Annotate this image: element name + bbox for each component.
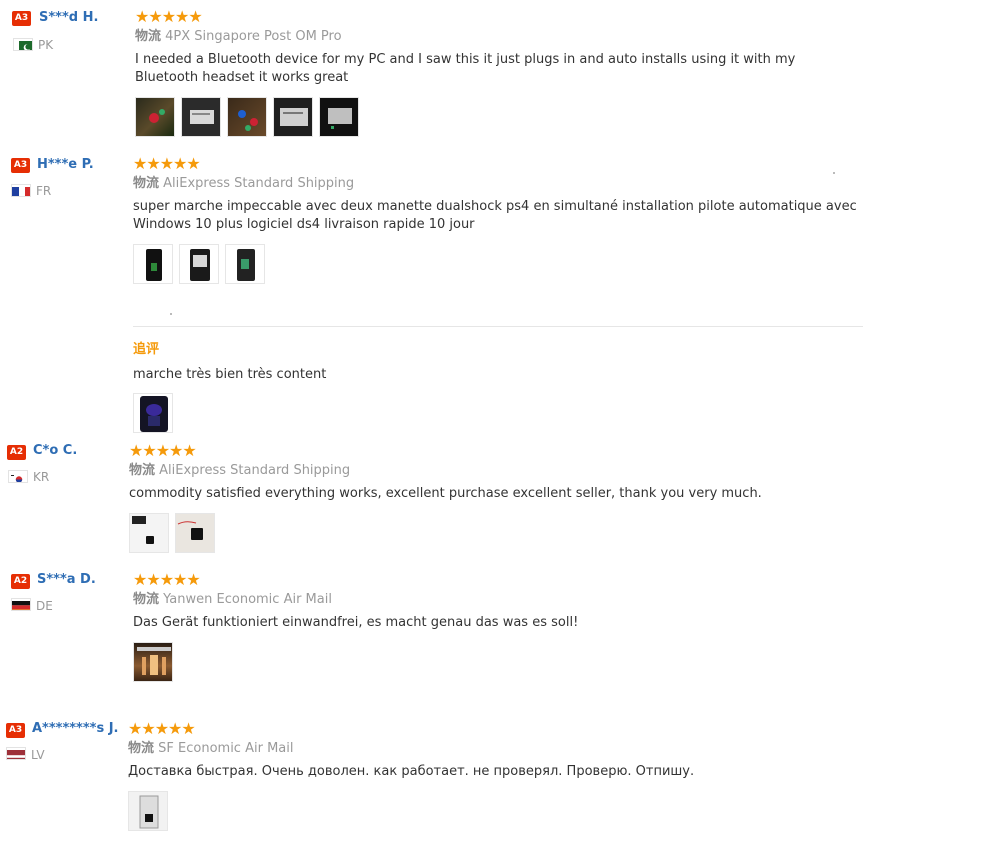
shipping-info: 物流 AliExpress Standard Shipping — [129, 462, 859, 480]
review-photo[interactable] — [227, 97, 267, 137]
followup-text: marche très bien très content — [133, 367, 327, 382]
review-photo[interactable] — [273, 97, 313, 137]
review-photos — [133, 244, 863, 284]
review-photo[interactable] — [179, 244, 219, 284]
review-photos — [129, 513, 859, 553]
review-photo[interactable] — [128, 791, 168, 831]
review-photo[interactable] — [225, 244, 265, 284]
flag-icon-lv — [6, 747, 26, 760]
logistics-label: 物流 — [133, 176, 160, 191]
review-photo[interactable] — [133, 642, 173, 682]
buyer-name[interactable]: C*o C. — [33, 443, 77, 459]
shipping-info: 物流 AliExpress Standard Shipping — [133, 175, 863, 193]
review-photos — [133, 642, 863, 682]
flag-icon-de — [11, 598, 31, 611]
shipping-method: AliExpress Standard Shipping — [159, 463, 351, 478]
review-photo[interactable] — [129, 513, 169, 553]
buyer-name[interactable]: A********s J. — [32, 721, 119, 737]
shipping-method: AliExpress Standard Shipping — [163, 176, 355, 191]
review-text: commodity satisfied everything works, ex… — [129, 486, 762, 501]
star-rating: ★★★★★ — [135, 7, 203, 26]
review-content: ★★★★★ 物流 4PX Singapore Post OM Pro I nee… — [135, 8, 855, 137]
buyer-name[interactable]: H***e P. — [37, 157, 94, 173]
flag-icon-kr — [8, 470, 28, 483]
shipping-info: 物流 Yanwen Economic Air Mail — [133, 591, 863, 609]
buyer-level-badge: A2 — [7, 445, 26, 460]
review-photos — [135, 97, 855, 137]
review-text: Доставка быстрая. Очень доволен. как раб… — [128, 764, 695, 779]
buyer-level-badge: A3 — [11, 158, 30, 173]
review-text: I needed a Bluetooth device for my PC an… — [135, 52, 796, 85]
logistics-label: 物流 — [128, 741, 155, 756]
buyer-level-badge: A3 — [6, 723, 25, 738]
review-photo[interactable] — [319, 97, 359, 137]
divider-dot — [170, 313, 172, 315]
buyer-country: PK — [38, 38, 54, 52]
buyer-name[interactable]: S***a D. — [37, 572, 96, 588]
flag-icon-fr — [11, 184, 31, 197]
buyer-name[interactable]: S***d H. — [39, 10, 98, 26]
followup-label: 追评 — [133, 342, 160, 357]
shipping-info: 物流 4PX Singapore Post OM Pro — [135, 28, 855, 46]
followup-section: 追评 marche très bien très content — [133, 338, 863, 433]
star-rating: ★★★★★ — [133, 570, 201, 589]
review-content: ★★★★★ 物流 SF Economic Air Mail Доставка б… — [128, 720, 858, 831]
shipping-info: 物流 SF Economic Air Mail — [128, 740, 858, 758]
logistics-label: 物流 — [135, 29, 162, 44]
buyer-country: KR — [33, 470, 50, 484]
shipping-method: Yanwen Economic Air Mail — [163, 592, 332, 607]
divider-dot — [833, 172, 835, 174]
star-rating: ★★★★★ — [129, 441, 197, 460]
star-rating: ★★★★★ — [128, 719, 196, 738]
logistics-label: 物流 — [133, 592, 160, 607]
buyer-country: FR — [36, 184, 52, 198]
review-photo[interactable] — [133, 244, 173, 284]
followup-photos — [133, 393, 863, 433]
review-content: ★★★★★ 物流 AliExpress Standard Shipping su… — [133, 154, 863, 433]
shipping-method: 4PX Singapore Post OM Pro — [165, 29, 342, 44]
flag-icon-pk — [13, 38, 33, 51]
shipping-method: SF Economic Air Mail — [158, 741, 294, 756]
review-photo[interactable] — [135, 97, 175, 137]
buyer-country: DE — [36, 599, 53, 613]
review-photo[interactable] — [133, 393, 173, 433]
buyer-country: LV — [31, 748, 45, 762]
review-photo[interactable] — [181, 97, 221, 137]
review-text: super marche impeccable avec deux manett… — [133, 199, 857, 232]
review-photos — [128, 791, 858, 831]
buyer-level-badge: A3 — [12, 11, 31, 26]
review-content: ★★★★★ 物流 AliExpress Standard Shipping co… — [129, 442, 859, 553]
logistics-label: 物流 — [129, 463, 156, 478]
review-text: Das Gerät funktioniert einwandfrei, es m… — [133, 615, 579, 630]
review-content: ★★★★★ 物流 Yanwen Economic Air Mail Das Ge… — [133, 571, 863, 682]
review-photo[interactable] — [175, 513, 215, 553]
followup-divider — [133, 326, 863, 327]
buyer-level-badge: A2 — [11, 574, 30, 589]
star-rating: ★★★★★ — [133, 154, 201, 173]
